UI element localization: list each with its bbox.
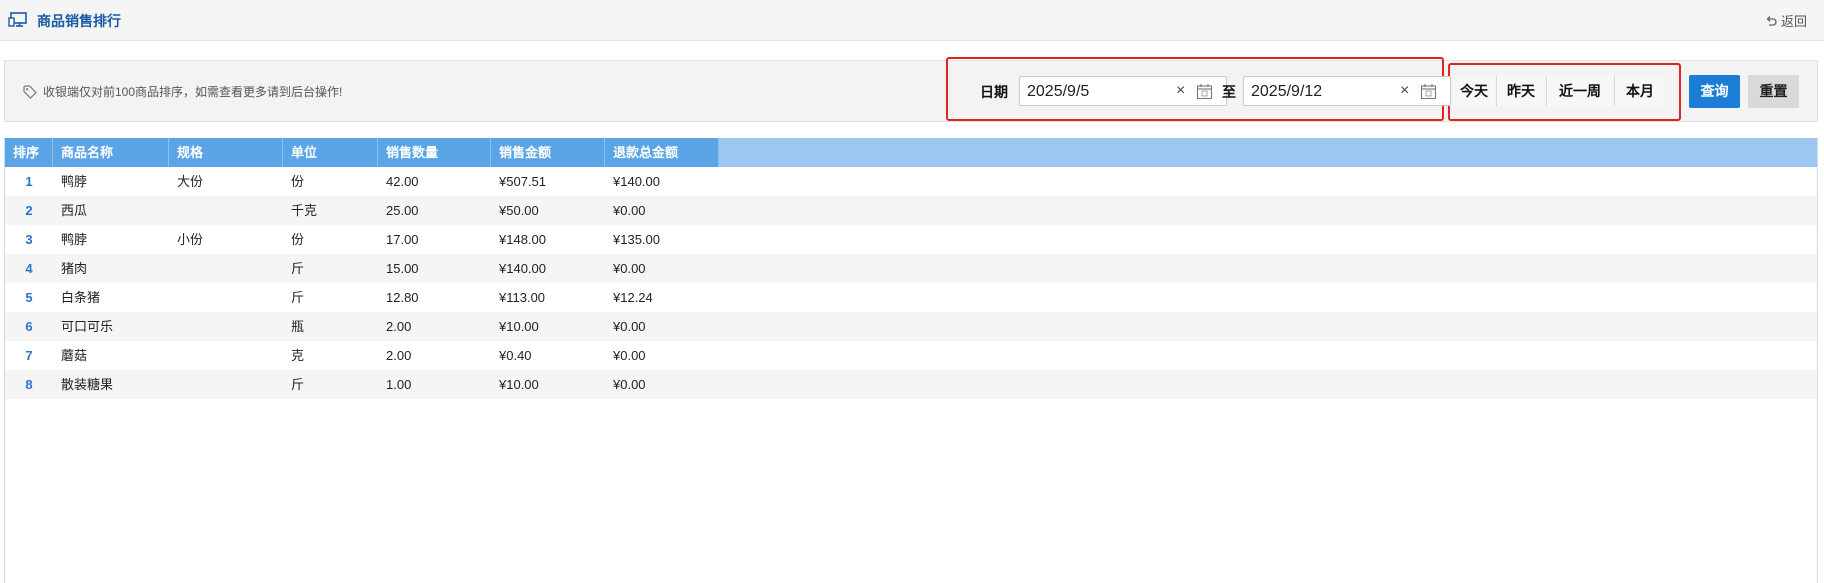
amount-cell: ¥10.00 [499,319,539,334]
notice: 收银端仅对前100商品排序，如需查看更多请到后台操作! [23,83,342,100]
quantity-cell: 25.00 [386,203,419,218]
refund-cell: ¥135.00 [613,232,660,247]
unit-cell: 斤 [291,377,305,392]
title-bar: 商品销售排行 返回 [0,0,1824,41]
rank-cell: 1 [25,174,33,189]
amount-cell: ¥10.00 [499,377,539,392]
spec-cell [169,283,283,312]
column-header[interactable]: 销售金额 [491,138,605,167]
table-row[interactable]: 2 西瓜 千克 25.00 ¥50.00 ¥0.00 [5,196,1817,225]
rank-cell: 6 [25,319,33,334]
column-header[interactable]: 规格 [169,138,283,167]
rank-cell: 5 [25,290,33,305]
start-date-input[interactable]: 2025/9/5 × [1019,76,1227,106]
product-name-cell: 西瓜 [61,203,88,218]
product-name-cell: 鸭脖 [61,174,88,189]
product-name-cell: 鸭脖 [61,232,88,247]
back-button[interactable]: 返回 [1765,11,1807,30]
back-label: 返回 [1780,14,1807,29]
spec-cell [169,370,283,399]
notice-text: 收银端仅对前100商品排序，如需查看更多请到后台操作! [43,85,343,99]
refund-cell: ¥0.00 [613,203,646,218]
calendar-icon[interactable] [1196,83,1213,100]
table-row[interactable]: 4 猪肉 斤 15.00 ¥140.00 ¥0.00 [5,254,1817,283]
quantity-cell: 17.00 [386,232,419,247]
start-date-value: 2025/9/5 [1027,83,1090,100]
spec-cell [169,312,283,341]
refund-cell: ¥12.24 [613,290,653,305]
query-button[interactable]: 查询 [1689,75,1740,108]
column-header[interactable]: 退款总金额 [605,138,719,167]
refund-cell: ¥0.00 [613,348,646,363]
table-row[interactable]: 3 鸭脖 小份 份 17.00 ¥148.00 ¥135.00 [5,225,1817,254]
quantity-cell: 2.00 [386,319,412,334]
rank-cell: 7 [25,348,33,363]
quick-yesterday-button[interactable]: 昨天 [1497,76,1545,106]
unit-cell: 份 [291,174,305,189]
rank-cell: 2 [25,203,33,218]
unit-cell: 斤 [291,261,305,276]
amount-cell: ¥50.00 [499,203,539,218]
unit-cell: 份 [291,232,305,247]
rank-cell: 8 [25,377,33,392]
column-header[interactable]: 商品名称 [53,138,169,167]
product-name-cell: 蘑菇 [61,348,88,363]
column-header[interactable]: 单位 [283,138,378,167]
rank-cell: 3 [25,232,33,247]
unit-cell: 克 [291,348,305,363]
column-header[interactable]: 排序 [5,138,53,167]
table-row[interactable]: 5 白条猪 斤 12.80 ¥113.00 ¥12.24 [5,283,1817,312]
refund-cell: ¥0.00 [613,319,646,334]
refund-cell: ¥140.00 [613,174,660,189]
rank-cell: 4 [25,261,33,276]
quantity-cell: 42.00 [386,174,419,189]
clear-icon[interactable]: × [1400,82,1409,100]
table-row[interactable]: 6 可口可乐 瓶 2.00 ¥10.00 ¥0.00 [5,312,1817,341]
quantity-cell: 1.00 [386,377,412,392]
amount-cell: ¥140.00 [499,261,546,276]
quick-today-button[interactable]: 今天 [1453,76,1495,106]
product-name-cell: 白条猪 [61,290,101,305]
quick-month-button[interactable]: 本月 [1615,76,1665,106]
spec-cell: 大份 [177,174,204,189]
quick-week-button[interactable]: 近一周 [1547,76,1613,106]
amount-cell: ¥148.00 [499,232,546,247]
table-row[interactable]: 8 散装糖果 斤 1.00 ¥10.00 ¥0.00 [5,370,1817,399]
unit-cell: 千克 [291,203,318,218]
refund-cell: ¥0.00 [613,261,646,276]
undo-icon [1766,15,1777,26]
quantity-cell: 12.80 [386,290,419,305]
amount-cell: ¥507.51 [499,174,546,189]
product-name-cell: 可口可乐 [61,319,114,334]
quantity-cell: 2.00 [386,348,412,363]
unit-cell: 瓶 [291,319,305,334]
product-name-cell: 猪肉 [61,261,88,276]
date-label: 日期 [980,84,1008,100]
table-header: 排序 商品名称 规格 单位 销售数量 销售金额 退款总金额 [5,138,1817,167]
spec-cell [169,254,283,283]
table-row[interactable]: 7 蘑菇 克 2.00 ¥0.40 ¥0.00 [5,341,1817,370]
sales-ranking-table: 排序 商品名称 规格 单位 销售数量 销售金额 退款总金额 1 鸭脖 大份份 42.0… [4,138,1818,583]
quantity-cell: 15.00 [386,261,419,276]
spec-cell [169,341,283,370]
clear-icon[interactable]: × [1176,82,1185,100]
spec-cell: 小份 [177,232,204,247]
spec-cell [169,196,283,225]
end-date-input[interactable]: 2025/9/12 × [1243,76,1451,106]
amount-cell: ¥0.40 [499,348,532,363]
tag-icon [23,84,37,99]
to-label: 至 [1222,84,1236,100]
table-row[interactable]: 1 鸭脖 大份 份 42.00 ¥507.51 ¥140.00 [5,167,1817,196]
end-date-value: 2025/9/12 [1251,83,1323,100]
refund-cell: ¥0.00 [613,377,646,392]
monitor-icon [8,12,27,27]
reset-button[interactable]: 重置 [1748,75,1799,108]
unit-cell: 斤 [291,290,305,305]
calendar-icon[interactable] [1420,83,1437,100]
product-name-cell: 散装糖果 [61,377,114,392]
amount-cell: ¥113.00 [499,290,546,305]
page-title: 商品销售排行 [37,13,121,29]
column-header[interactable]: 销售数量 [378,138,491,167]
